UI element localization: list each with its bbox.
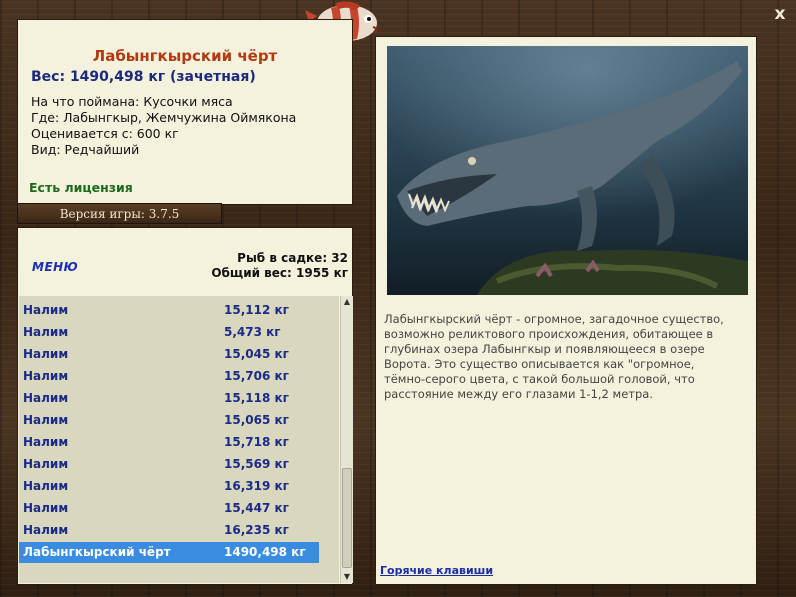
list-item-name: Налим: [23, 479, 69, 493]
license-status: Есть лицензия: [29, 180, 133, 195]
list-item-weight: 16,235 кг: [224, 523, 289, 537]
fish-location: Где: Лабынгкыр, Жемчужина Оймякона: [31, 110, 297, 125]
total-weight: Общий вес: 1955 кг: [211, 266, 348, 280]
list-item[interactable]: Налим 16,319 кг: [19, 476, 319, 497]
list-item-name: Налим: [23, 303, 69, 317]
fish-detail-panel: Лабынгкырский чёрт - огромное, загадочно…: [375, 36, 757, 585]
fish-value: Оценивается с: 600 кг: [31, 126, 179, 141]
list-item-weight: 15,447 кг: [224, 501, 289, 515]
fish-photo: [387, 46, 748, 295]
version-label: Версия игры: 3.7.5: [17, 203, 222, 224]
list-item-name: Налим: [23, 369, 69, 383]
list-item[interactable]: Налим 15,112 кг: [19, 300, 319, 321]
fish-info-panel: Лабынгкырский чёрт Вес: 1490,498 кг (зач…: [17, 19, 353, 205]
list-item-name: Налим: [23, 391, 69, 405]
list-item[interactable]: Налим 5,473 кг: [19, 322, 319, 343]
list-scrollbar[interactable]: ▲ ▼: [340, 296, 353, 583]
list-item-name: Лабынгкырский чёрт: [23, 545, 171, 559]
list-item-weight: 5,473 кг: [224, 325, 281, 339]
list-item-weight: 15,569 кг: [224, 457, 289, 471]
close-button[interactable]: x: [771, 5, 789, 23]
list-item-name: Налим: [23, 325, 69, 339]
list-item-weight: 15,045 кг: [224, 347, 289, 361]
fish-weight: Вес: 1490,498 кг (зачетная): [31, 69, 256, 85]
list-item-weight: 16,319 кг: [224, 479, 289, 493]
list-item-weight: 15,118 кг: [224, 391, 289, 405]
list-item-name: Налим: [23, 501, 69, 515]
scroll-thumb[interactable]: [342, 468, 352, 568]
fish-bait: На что поймана: Кусочки мяса: [31, 94, 233, 109]
list-item-name: Налим: [23, 435, 69, 449]
list-item[interactable]: Налим 15,718 кг: [19, 432, 319, 453]
list-item-name: Налим: [23, 523, 69, 537]
menu-button[interactable]: меню: [32, 260, 78, 274]
list-item-weight: 15,112 кг: [224, 303, 289, 317]
list-item-name: Налим: [23, 413, 69, 427]
list-item-weight: 15,718 кг: [224, 435, 289, 449]
list-item-name: Налим: [23, 347, 69, 361]
list-item-weight: 15,065 кг: [224, 413, 289, 427]
list-item-name: Налим: [23, 457, 69, 471]
list-item[interactable]: Налим 15,447 кг: [19, 498, 319, 519]
list-item[interactable]: Налим 16,235 кг: [19, 520, 319, 541]
list-item[interactable]: Налим 15,569 кг: [19, 454, 319, 475]
catch-list-panel: меню Рыб в садке: 32 Общий вес: 1955 кг …: [17, 227, 353, 585]
list-item-weight: 15,706 кг: [224, 369, 289, 383]
fish-type: Вид: Редчайший: [31, 142, 140, 157]
list-item[interactable]: Лабынгкырский чёрт 1490,498 кг: [19, 542, 319, 563]
scroll-up-icon[interactable]: ▲: [341, 296, 353, 308]
fish-count: Рыб в садке: 32: [237, 251, 348, 265]
list-item-weight: 1490,498 кг: [224, 545, 306, 559]
list-item[interactable]: Налим 15,118 кг: [19, 388, 319, 409]
fish-list[interactable]: Налим 15,112 кг Налим 5,473 кг Налим 15,045 к…: [19, 296, 339, 583]
fish-description: Лабынгкырский чёрт - огромное, загадочно…: [384, 312, 724, 401]
list-item[interactable]: Налим 15,706 кг: [19, 366, 319, 387]
scroll-down-icon[interactable]: ▼: [341, 571, 353, 583]
catch-stats: Рыб в садке: 32 Общий вес: 1955 кг: [211, 251, 348, 281]
list-item[interactable]: Налим 15,045 кг: [19, 344, 319, 365]
list-item[interactable]: Налим 15,065 кг: [19, 410, 319, 431]
fish-name: Лабынгкырский чёрт: [92, 47, 278, 65]
hotkeys-link[interactable]: Горячие клавиши: [380, 564, 493, 577]
